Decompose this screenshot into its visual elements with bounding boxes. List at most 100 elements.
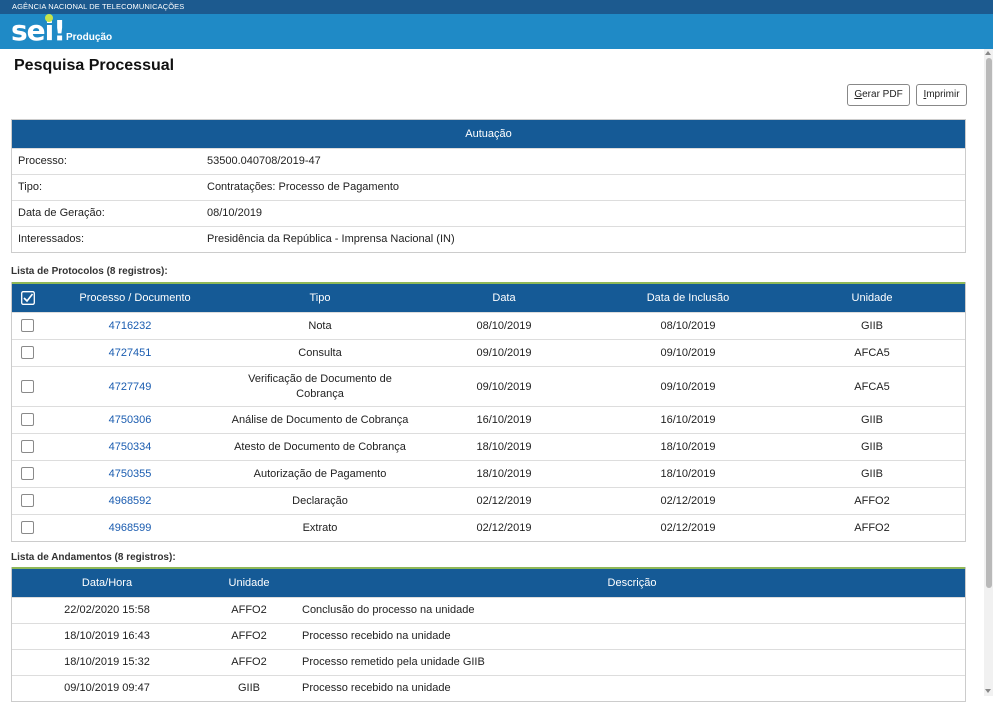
print-button[interactable]: Imprimir (916, 84, 967, 106)
unit: GIIB (860, 468, 884, 480)
document-link[interactable]: 4968599 (109, 522, 152, 534)
autuacao-row: Processo: 53500.040708/2019-47 (12, 148, 965, 174)
document-date: 02/12/2019 (476, 495, 532, 507)
table-row: 22/02/2020 15:58 AFFO2 Conclusão do proces… (12, 597, 965, 623)
andamento-datetime: 22/02/2020 15:58 (64, 604, 150, 616)
autuacao-table: Autuação Processo: 53500.040708/2019-47 T… (11, 119, 966, 253)
unit: AFCA5 (854, 347, 890, 359)
scroll-down-icon[interactable] (985, 689, 991, 693)
row-checkbox[interactable] (21, 521, 34, 534)
andamento-description: Processo remetido pela unidade GIIB (302, 656, 485, 668)
andamento-datetime: 09/10/2019 09:47 (64, 682, 150, 694)
document-type: Declaração (292, 495, 348, 507)
andamento-description: Processo recebido na unidade (302, 682, 451, 694)
document-date: 16/10/2019 (476, 414, 532, 426)
andamento-unit: AFFO2 (231, 604, 267, 616)
andamento-unit: GIIB (237, 682, 261, 694)
document-date: 18/10/2019 (476, 441, 532, 453)
logo-dot-icon (45, 14, 53, 22)
row-checkbox[interactable] (21, 494, 34, 507)
andamento-datetime: 18/10/2019 15:32 (64, 656, 150, 668)
table-row: 4968599 Extrato 02/12/2019 02/12/2019 AFFO2 (12, 514, 965, 541)
table-row: 18/10/2019 15:32 AFFO2 Processo remetido p… (12, 649, 965, 675)
inclusion-date: 16/10/2019 (660, 414, 716, 426)
protocols-table: Processo / Documento Tipo Data Data de I… (11, 282, 966, 542)
table-row: 4727749 Verificação de Documento de Cobra… (12, 366, 965, 406)
table-row: 4727451 Consulta 09/10/2019 09/10/2019 AFCA5 (12, 339, 965, 366)
col-processo-documento[interactable]: Processo / Documento (79, 284, 190, 312)
col-unidade[interactable]: Unidade (852, 284, 893, 312)
document-link[interactable]: 4750334 (109, 441, 152, 453)
table-row: 4750334 Atesto de Documento de Cobrança 18… (12, 433, 965, 460)
autuacao-header: Autuação (12, 120, 965, 148)
app-header: sei! Produção (0, 14, 993, 49)
unit: GIIB (860, 320, 884, 332)
table-row: 4716232 Nota 08/10/2019 08/10/2019 GIIB (12, 312, 965, 339)
autuacao-row: Data de Geração: 08/10/2019 (12, 200, 965, 226)
page-title: Pesquisa Processual (14, 57, 175, 74)
andamento-unit: AFFO2 (231, 656, 267, 668)
document-type: Atesto de Documento de Cobrança (234, 441, 406, 453)
inclusion-date: 09/10/2019 (660, 380, 716, 393)
sei-logo[interactable]: sei! (11, 16, 66, 46)
col-tipo[interactable]: Tipo (310, 284, 331, 312)
document-link[interactable]: 4727749 (109, 381, 152, 393)
andamentos-table: Data/Hora Unidade Descrição 22/02/2020 1… (11, 567, 966, 702)
document-date: 09/10/2019 (476, 380, 532, 393)
col-descricao: Descrição (607, 577, 657, 589)
col-unidade: Unidade (228, 577, 270, 589)
inclusion-date: 02/12/2019 (660, 495, 716, 507)
autuacao-row: Tipo: Contratações: Processo de Pagamento (12, 174, 965, 200)
document-link[interactable]: 4750355 (109, 468, 152, 480)
table-row: 09/10/2019 09:47 GIIB Processo recebido na… (12, 675, 965, 701)
unit: AFCA5 (854, 380, 890, 393)
table-row: 18/10/2019 16:43 AFFO2 Processo recebido n… (12, 623, 965, 649)
document-type: Extrato (302, 522, 338, 534)
row-checkbox[interactable] (21, 319, 34, 332)
inclusion-date: 18/10/2019 (660, 441, 716, 453)
document-type: Verificação de Documento de Cobrança (248, 372, 392, 400)
col-data-inclusao[interactable]: Data de Inclusão (647, 284, 730, 312)
document-link[interactable]: 4750306 (109, 414, 152, 426)
document-date: 02/12/2019 (476, 522, 532, 534)
row-checkbox[interactable] (21, 379, 34, 393)
document-date: 09/10/2019 (476, 347, 532, 359)
document-link[interactable]: 4968592 (109, 495, 152, 507)
andamento-description: Conclusão do processo na unidade (302, 604, 475, 616)
scrollbar-thumb[interactable] (986, 58, 992, 588)
andamentos-title: Lista de Andamentos (8 registros): (11, 552, 176, 563)
table-row: 4750355 Autorização de Pagamento 18/10/201… (12, 460, 965, 487)
document-link[interactable]: 4727451 (109, 347, 152, 359)
protocols-header: Processo / Documento Tipo Data Data de I… (12, 284, 965, 312)
document-type: Nota (308, 320, 332, 332)
unit: AFFO2 (854, 522, 890, 534)
agency-bar: AGÊNCIA NACIONAL DE TELECOMUNICAÇÕES (0, 0, 993, 14)
row-checkbox[interactable] (21, 413, 34, 426)
unit: GIIB (860, 414, 884, 426)
autuacao-row: Interessados: Presidência da República - … (12, 226, 965, 252)
document-type: Autorização de Pagamento (253, 468, 387, 480)
row-checkbox[interactable] (21, 346, 34, 359)
inclusion-date: 09/10/2019 (660, 347, 716, 359)
document-date: 08/10/2019 (476, 320, 532, 332)
scroll-up-icon[interactable] (985, 51, 991, 55)
unit: GIIB (860, 441, 884, 453)
andamentos-header: Data/Hora Unidade Descrição (12, 569, 965, 597)
andamento-datetime: 18/10/2019 16:43 (64, 630, 150, 642)
generate-pdf-button[interactable]: Gerar PDF (847, 84, 910, 106)
table-row: 4750306 Análise de Documento de Cobrança 1… (12, 406, 965, 433)
inclusion-date: 02/12/2019 (660, 522, 716, 534)
row-checkbox[interactable] (21, 440, 34, 453)
document-date: 18/10/2019 (476, 468, 532, 480)
agency-name: AGÊNCIA NACIONAL DE TELECOMUNICAÇÕES (12, 2, 185, 11)
unit: AFFO2 (854, 495, 890, 507)
andamento-unit: AFFO2 (231, 630, 267, 642)
col-data[interactable]: Data (492, 284, 515, 312)
table-row: 4968592 Declaração 02/12/2019 02/12/2019 AFF… (12, 487, 965, 514)
document-type: Consulta (298, 347, 342, 359)
select-all-checkbox-icon[interactable] (21, 291, 35, 305)
inclusion-date: 08/10/2019 (660, 320, 716, 332)
inclusion-date: 18/10/2019 (660, 468, 716, 480)
row-checkbox[interactable] (21, 467, 34, 480)
document-link[interactable]: 4716232 (109, 320, 152, 332)
